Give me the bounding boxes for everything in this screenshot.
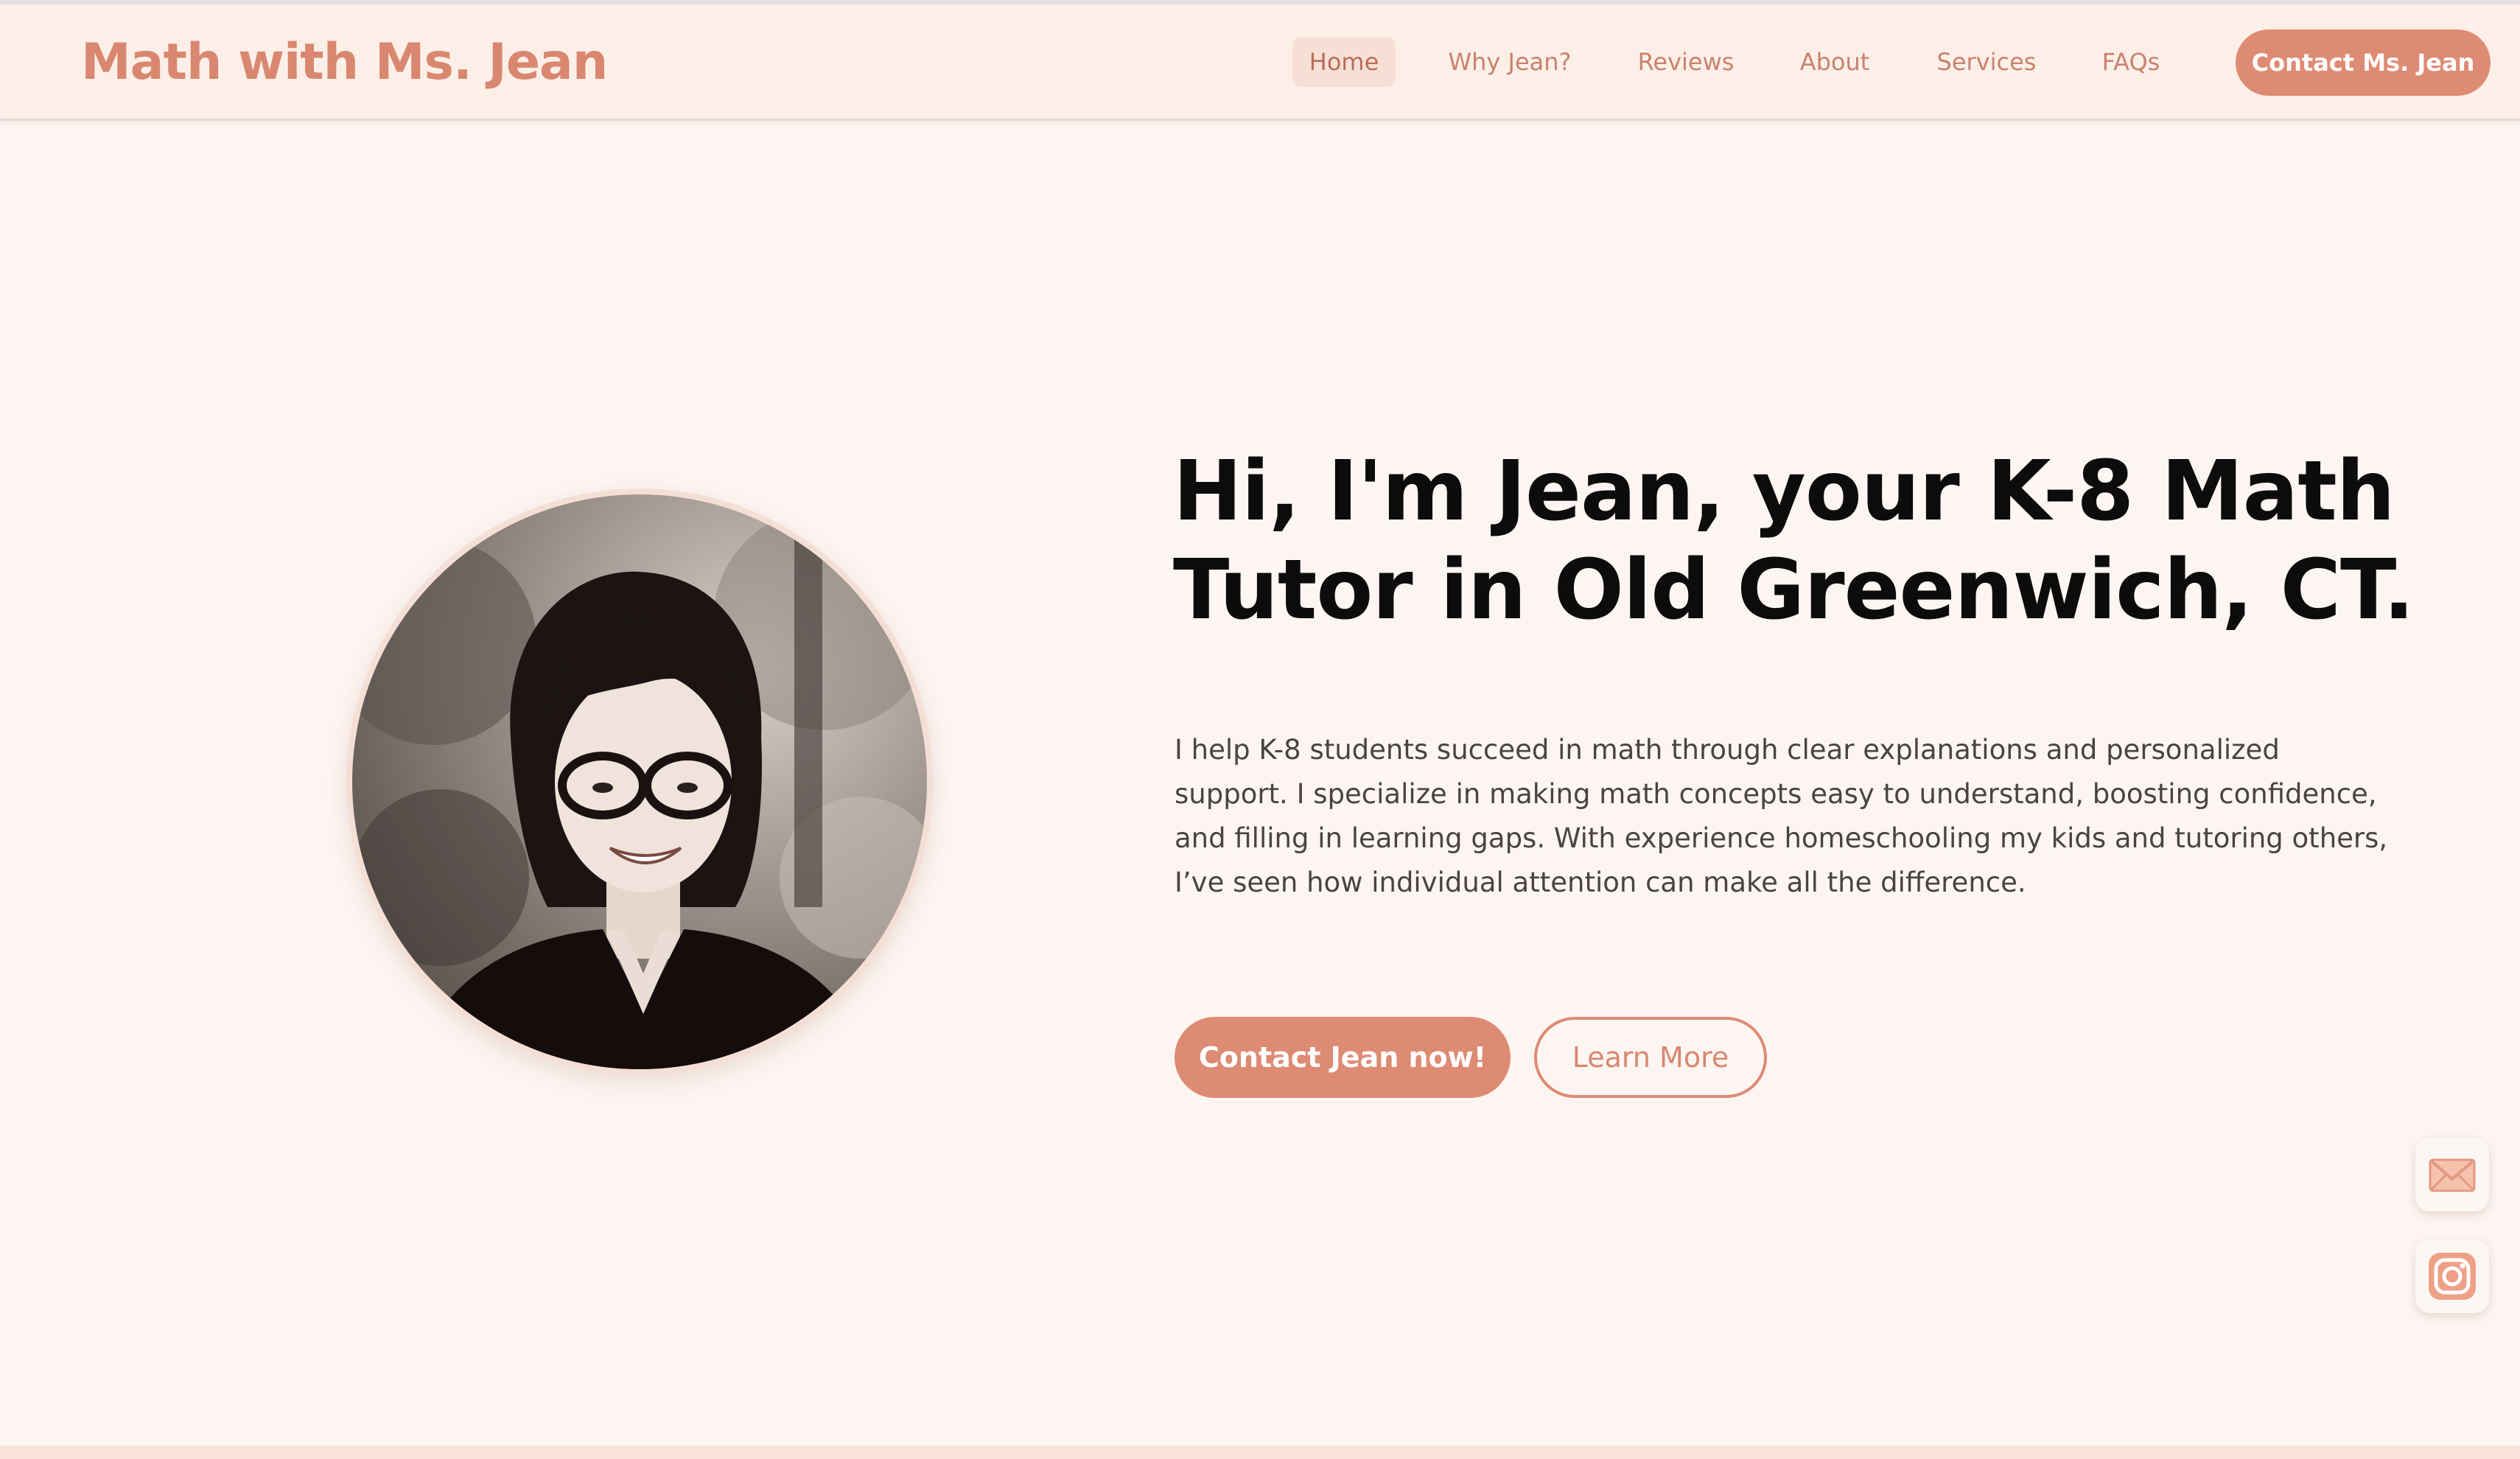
envelope-icon <box>2429 1158 2476 1192</box>
portrait-photo <box>352 494 927 1069</box>
instagram-icon <box>2429 1253 2476 1300</box>
nav-item-why-jean[interactable]: Why Jean? <box>1432 37 1587 87</box>
nav-item-faqs[interactable]: FAQs <box>2091 37 2171 87</box>
nav-item-services[interactable]: Services <box>1926 37 2047 87</box>
site-header: Math with Ms. Jean Home Why Jean? Review… <box>0 4 2520 121</box>
hero-title: Hi, I'm Jean, your K-8 Math Tutor in Old… <box>1173 442 2426 640</box>
learn-more-button[interactable]: Learn More <box>1534 1017 1767 1098</box>
email-float-button[interactable] <box>2415 1138 2489 1211</box>
hero-description-line: I’ve seen how individual attention can m… <box>1175 867 2026 898</box>
hero-description: I help K-8 students succeed in math thro… <box>1175 728 2398 905</box>
contact-jean-now-button[interactable]: Contact Jean now! <box>1175 1017 1511 1098</box>
section-divider <box>0 1446 2520 1459</box>
page: Math with Ms. Jean Home Why Jean? Review… <box>0 0 2520 1459</box>
hero-title-line: Hi, I'm Jean, your K-8 Math <box>1173 444 2395 539</box>
nav-item-reviews[interactable]: Reviews <box>1628 37 1743 87</box>
contact-ms-jean-button[interactable]: Contact Ms. Jean <box>2236 29 2491 96</box>
hero-title-line: Tutor in Old Greenwich, CT. <box>1173 542 2415 638</box>
portrait-illustration <box>352 509 927 1069</box>
portrait-frame <box>346 489 933 1075</box>
nav-item-home[interactable]: Home <box>1292 37 1396 87</box>
site-logo-text[interactable]: Math with Ms. Jean <box>81 29 608 96</box>
hero-description-line: I help K-8 students succeed in math thro… <box>1175 734 2280 766</box>
hero-description-line: and filling in learning gaps. With exper… <box>1175 822 2388 854</box>
instagram-float-button[interactable] <box>2415 1239 2489 1313</box>
nav-item-about[interactable]: About <box>1783 37 1886 87</box>
hero-description-line: support. I specialize in making math con… <box>1175 778 2377 810</box>
